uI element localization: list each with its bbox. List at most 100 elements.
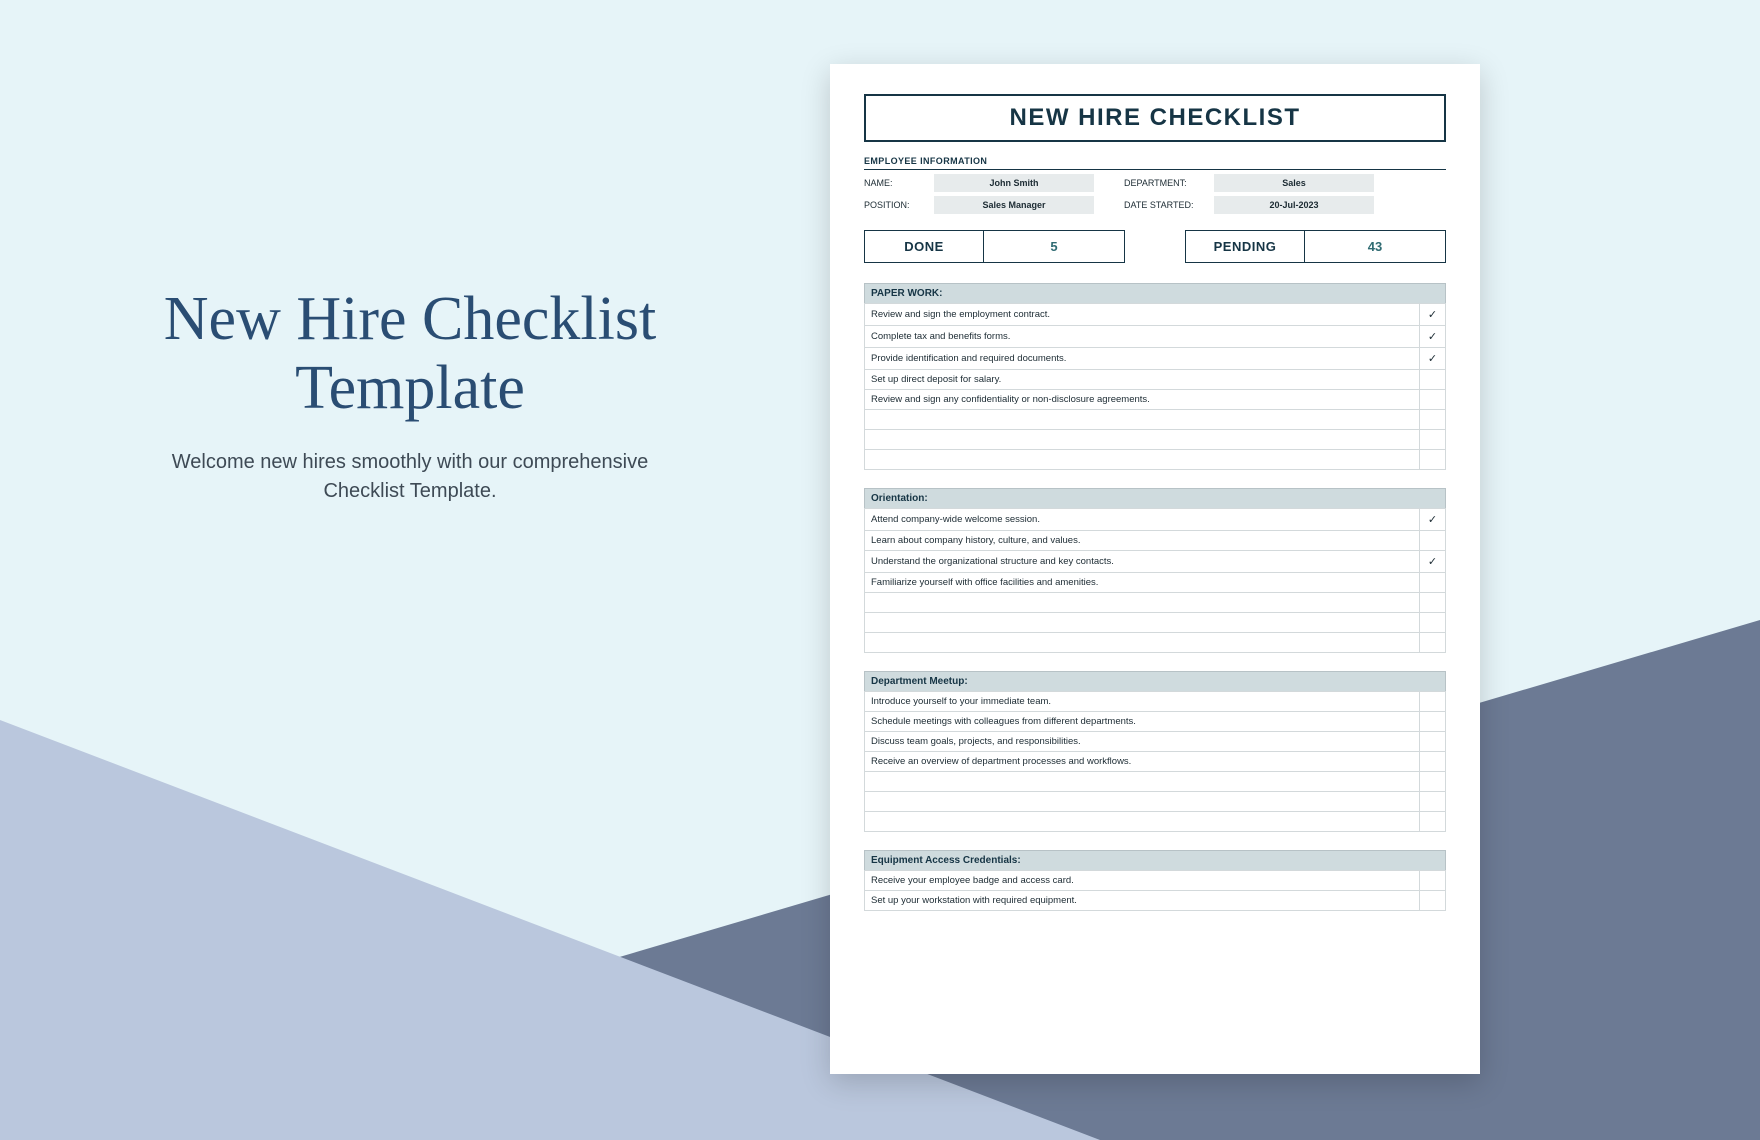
name-value: John Smith — [934, 174, 1094, 192]
row-text — [865, 792, 1420, 812]
row-check — [1420, 633, 1446, 653]
table-row — [865, 450, 1446, 470]
name-label: NAME: — [864, 178, 934, 188]
status-row: DONE 5 PENDING 43 — [864, 230, 1446, 263]
row-check — [1420, 752, 1446, 772]
row-text — [865, 450, 1420, 470]
row-text: Complete tax and benefits forms. — [865, 326, 1420, 348]
row-check — [1420, 613, 1446, 633]
row-text: Discuss team goals, projects, and respon… — [865, 732, 1420, 752]
row-text: Schedule meetings with colleagues from d… — [865, 712, 1420, 732]
section-table: Review and sign the employment contract.… — [864, 303, 1446, 470]
employee-info-label: EMPLOYEE INFORMATION — [864, 156, 1446, 170]
table-row — [865, 410, 1446, 430]
row-text: Familiarize yourself with office facilit… — [865, 573, 1420, 593]
table-row: Complete tax and benefits forms.✓ — [865, 326, 1446, 348]
section-table: Introduce yourself to your immediate tea… — [864, 691, 1446, 832]
row-text — [865, 430, 1420, 450]
sections-host: PAPER WORK:Review and sign the employmen… — [864, 283, 1446, 911]
done-label: DONE — [864, 230, 984, 263]
row-text — [865, 633, 1420, 653]
table-row — [865, 792, 1446, 812]
row-check: ✓ — [1420, 326, 1446, 348]
row-text — [865, 812, 1420, 832]
table-row — [865, 593, 1446, 613]
section: Department Meetup:Introduce yourself to … — [864, 671, 1446, 832]
row-text: Set up direct deposit for salary. — [865, 370, 1420, 390]
date-started-value: 20-Jul-2023 — [1214, 196, 1374, 214]
row-check — [1420, 891, 1446, 911]
row-text — [865, 772, 1420, 792]
table-row: Review and sign the employment contract.… — [865, 304, 1446, 326]
table-row — [865, 633, 1446, 653]
row-check: ✓ — [1420, 304, 1446, 326]
document-preview: NEW HIRE CHECKLIST EMPLOYEE INFORMATION … — [830, 64, 1480, 1074]
row-text — [865, 613, 1420, 633]
doc-title-box: NEW HIRE CHECKLIST — [864, 94, 1446, 142]
row-check — [1420, 593, 1446, 613]
row-check — [1420, 390, 1446, 410]
section-header: Equipment Access Credentials: — [864, 850, 1446, 870]
section-header: PAPER WORK: — [864, 283, 1446, 303]
section-table: Receive your employee badge and access c… — [864, 870, 1446, 911]
table-row: Receive your employee badge and access c… — [865, 871, 1446, 891]
status-pending: PENDING 43 — [1185, 230, 1446, 263]
section-header: Department Meetup: — [864, 671, 1446, 691]
table-row: Receive an overview of department proces… — [865, 752, 1446, 772]
row-check — [1420, 573, 1446, 593]
section: Equipment Access Credentials:Receive you… — [864, 850, 1446, 911]
row-text — [865, 410, 1420, 430]
row-check — [1420, 772, 1446, 792]
pending-value: 43 — [1305, 230, 1446, 263]
table-row: Introduce yourself to your immediate tea… — [865, 692, 1446, 712]
section: Orientation:Attend company-wide welcome … — [864, 488, 1446, 653]
row-text: Attend company-wide welcome session. — [865, 509, 1420, 531]
row-text: Introduce yourself to your immediate tea… — [865, 692, 1420, 712]
row-check: ✓ — [1420, 551, 1446, 573]
row-check — [1420, 712, 1446, 732]
row-text — [865, 593, 1420, 613]
doc-title: NEW HIRE CHECKLIST — [866, 104, 1444, 132]
section-header: Orientation: — [864, 488, 1446, 508]
row-check — [1420, 871, 1446, 891]
section: PAPER WORK:Review and sign the employmen… — [864, 283, 1446, 470]
row-text: Receive your employee badge and access c… — [865, 871, 1420, 891]
row-text: Review and sign any confidentiality or n… — [865, 390, 1420, 410]
section-table: Attend company-wide welcome session.✓Lea… — [864, 508, 1446, 653]
row-text: Learn about company history, culture, an… — [865, 531, 1420, 551]
row-text: Understand the organizational structure … — [865, 551, 1420, 573]
position-value: Sales Manager — [934, 196, 1094, 214]
table-row: Attend company-wide welcome session.✓ — [865, 509, 1446, 531]
row-check — [1420, 370, 1446, 390]
row-check — [1420, 812, 1446, 832]
row-check — [1420, 792, 1446, 812]
table-row — [865, 613, 1446, 633]
headline-title: New Hire Checklist Template — [150, 285, 670, 424]
row-check — [1420, 450, 1446, 470]
status-done: DONE 5 — [864, 230, 1125, 263]
row-text: Set up your workstation with required eq… — [865, 891, 1420, 911]
table-row: Review and sign any confidentiality or n… — [865, 390, 1446, 410]
table-row: Learn about company history, culture, an… — [865, 531, 1446, 551]
row-check — [1420, 692, 1446, 712]
table-row: Set up direct deposit for salary. — [865, 370, 1446, 390]
row-check: ✓ — [1420, 348, 1446, 370]
pending-label: PENDING — [1185, 230, 1305, 263]
row-text: Provide identification and required docu… — [865, 348, 1420, 370]
row-text: Receive an overview of department proces… — [865, 752, 1420, 772]
row-check: ✓ — [1420, 509, 1446, 531]
position-label: POSITION: — [864, 200, 934, 210]
row-check — [1420, 410, 1446, 430]
table-row: Familiarize yourself with office facilit… — [865, 573, 1446, 593]
table-row: Discuss team goals, projects, and respon… — [865, 732, 1446, 752]
row-check — [1420, 732, 1446, 752]
headline-subtitle: Welcome new hires smoothly with our comp… — [150, 448, 670, 506]
table-row: Provide identification and required docu… — [865, 348, 1446, 370]
row-check — [1420, 430, 1446, 450]
date-started-label: DATE STARTED: — [1124, 200, 1214, 210]
row-check — [1420, 531, 1446, 551]
table-row: Schedule meetings with colleagues from d… — [865, 712, 1446, 732]
table-row — [865, 772, 1446, 792]
department-label: DEPARTMENT: — [1124, 178, 1214, 188]
table-row: Set up your workstation with required eq… — [865, 891, 1446, 911]
